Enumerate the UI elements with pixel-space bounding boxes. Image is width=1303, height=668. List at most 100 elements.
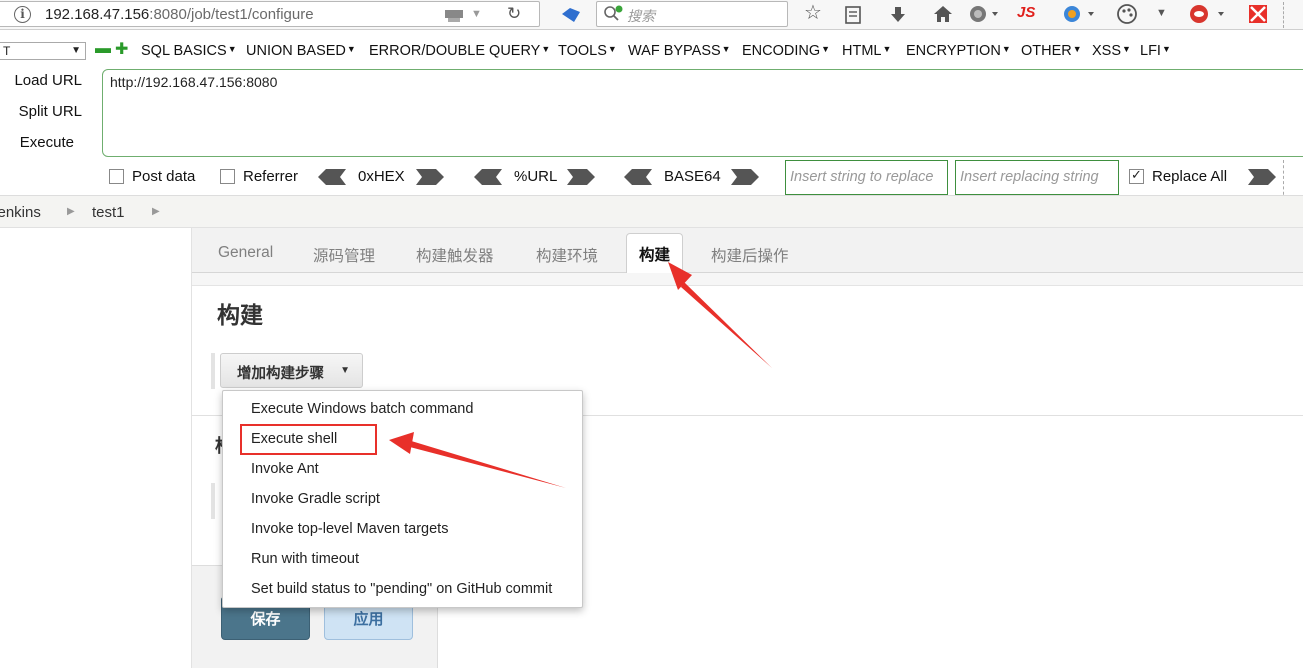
address-text[interactable]: 192.168.47.156:8080/job/test1/configure: [45, 6, 314, 23]
palette-menu-icon[interactable]: ▼: [1156, 3, 1167, 23]
menu-item-invoke-ant[interactable]: Invoke Ant: [251, 461, 319, 477]
referrer-label: Referrer: [243, 168, 299, 185]
breadcrumb-jenkins[interactable]: Jenkins: [0, 204, 41, 221]
js-toggle-icon[interactable]: JS: [1017, 4, 1035, 21]
menu-tools[interactable]: TOOLS▼: [558, 43, 617, 59]
globe-menu-icon[interactable]: [968, 4, 1000, 24]
search-box[interactable]: 搜索: [596, 1, 788, 27]
hackbar-menu: T ▼ ▬ ✚ SQL BASICS▼ UNION BASED▼ ERROR/DO…: [0, 38, 1303, 66]
hackbar-url-textarea[interactable]: http://192.168.47.156:8080: [102, 69, 1303, 157]
section-strip: [192, 273, 1303, 286]
options-separator: [1283, 160, 1284, 200]
url-path: :8080/job/test1/configure: [149, 6, 314, 23]
caret-icon: ▼: [821, 44, 831, 54]
menu-item-run-with-timeout[interactable]: Run with timeout: [251, 551, 359, 567]
reload-icon[interactable]: ↻: [507, 4, 521, 24]
menu-sql-basics[interactable]: SQL BASICS▼: [141, 43, 237, 59]
menu-other[interactable]: OTHER▼: [1021, 43, 1082, 59]
annotation-highlight-box: [240, 424, 377, 455]
caret-icon: ▼: [721, 44, 731, 54]
dropdown-history-icon[interactable]: ▼: [471, 4, 482, 24]
caret-icon: ▼: [227, 44, 237, 54]
palette-icon[interactable]: [1116, 3, 1138, 25]
hackbar-options: Post data Referrer 0xHEX %URL BASE64 Ins…: [0, 160, 1303, 200]
menu-lfi[interactable]: LFI▼: [1140, 43, 1171, 59]
caret-icon: ▼: [607, 44, 617, 54]
menu-union-based[interactable]: UNION BASED▼: [246, 43, 356, 59]
tab-build-environment[interactable]: 构建环境: [536, 244, 598, 266]
caret-icon: ▼: [1122, 44, 1131, 54]
step-drag-handle: [211, 483, 215, 519]
replace-all-checkbox[interactable]: [1129, 167, 1144, 184]
caret-icon: ▼: [541, 44, 551, 54]
site-info-icon[interactable]: i: [14, 6, 31, 23]
execute-button[interactable]: Execute: [0, 134, 74, 151]
caret-icon: ▼: [1161, 44, 1171, 54]
post-data-checkbox[interactable]: [109, 169, 124, 184]
menu-item-invoke-gradle[interactable]: Invoke Gradle script: [251, 491, 380, 507]
menu-encryption[interactable]: ENCRYPTION▼: [906, 43, 1011, 59]
menu-item-github-pending[interactable]: Set build status to "pending" on GitHub …: [251, 581, 552, 597]
search-icon: [604, 5, 623, 21]
replace-arrow-icon[interactable]: [1248, 169, 1276, 185]
annotation-arrow-tab-shaft: [681, 282, 772, 368]
menu-error-double-query[interactable]: ERROR/DOUBLE QUERY▼: [369, 43, 550, 59]
bookmark-star-icon[interactable]: ☆: [804, 3, 822, 23]
replace-string-input[interactable]: Insert replacing string: [955, 160, 1119, 195]
hex-label: 0xHEX: [358, 168, 405, 185]
tab-source-control[interactable]: 源码管理: [313, 244, 375, 266]
home-icon[interactable]: [932, 4, 954, 24]
tab-general[interactable]: General: [218, 244, 273, 262]
minus-icon[interactable]: ▬: [95, 40, 111, 58]
menu-xss[interactable]: XSS▼: [1092, 43, 1131, 59]
caret-icon: ▼: [346, 44, 356, 54]
step-drag-handle: [211, 353, 215, 389]
firebug-icon[interactable]: [1188, 3, 1228, 25]
load-url-button[interactable]: Load URL: [0, 72, 82, 89]
toolbar-separator: [1283, 2, 1284, 28]
add-build-step-label: 增加构建步骤: [237, 366, 324, 382]
url-decode-arrow-icon[interactable]: [474, 169, 502, 185]
replace-all-label: Replace All: [1152, 168, 1228, 185]
menu-waf-bypass[interactable]: WAF BYPASS▼: [628, 43, 731, 59]
tab-post-build[interactable]: 构建后操作: [711, 244, 789, 266]
breadcrumb-test1[interactable]: test1: [92, 204, 125, 221]
hex-encode-arrow-icon[interactable]: [416, 169, 444, 185]
base64-encode-arrow-icon[interactable]: [731, 169, 759, 185]
extension-shield-icon[interactable]: [560, 6, 582, 24]
menu-encoding[interactable]: ENCODING▼: [742, 43, 830, 59]
url-label: %URL: [514, 168, 558, 185]
url-encode-arrow-icon[interactable]: [567, 169, 595, 185]
search-placeholder: 搜索: [627, 8, 655, 24]
page-actions-icon[interactable]: [443, 6, 465, 24]
find-string-input[interactable]: Insert string to replace: [785, 160, 948, 195]
address-bar[interactable]: i 192.168.47.156:8080/job/test1/configur…: [0, 1, 540, 27]
proxy-icon[interactable]: [1062, 4, 1096, 24]
base64-decode-arrow-icon[interactable]: [624, 169, 652, 185]
url-host: 192.168.47.156: [45, 6, 150, 23]
caret-icon: ▼: [1072, 44, 1082, 54]
build-step-dropdown: Execute Windows batch command Execute sh…: [222, 390, 583, 608]
menu-html[interactable]: HTML▼: [842, 43, 891, 59]
section-title: 构建: [217, 302, 263, 328]
post-data-label: Post data: [132, 168, 196, 185]
breadcrumb-chevron-icon[interactable]: ▶: [67, 206, 75, 217]
add-build-step-button[interactable]: 增加构建步骤 ▼: [220, 353, 363, 388]
breadcrumb: Jenkins ▶ test1 ▶: [0, 195, 1303, 228]
breadcrumb-chevron-icon[interactable]: ▶: [152, 206, 160, 217]
caret-icon: ▼: [1001, 44, 1011, 54]
caret-down-icon: ▼: [340, 365, 350, 376]
noscript-icon[interactable]: [1247, 3, 1269, 25]
caret-icon: ▼: [882, 44, 892, 54]
reading-list-icon[interactable]: [843, 5, 863, 25]
tab-build-triggers[interactable]: 构建触发器: [416, 244, 494, 266]
download-icon[interactable]: [888, 5, 908, 25]
split-url-button[interactable]: Split URL: [0, 103, 82, 120]
tab-build[interactable]: 构建: [626, 233, 684, 274]
referrer-checkbox[interactable]: [220, 169, 235, 184]
menu-item-invoke-maven[interactable]: Invoke top-level Maven targets: [251, 521, 448, 537]
hackbar-select[interactable]: T ▼: [0, 42, 86, 60]
hex-decode-arrow-icon[interactable]: [318, 169, 346, 185]
plus-icon[interactable]: ✚: [115, 39, 128, 59]
menu-item-windows-batch[interactable]: Execute Windows batch command: [251, 401, 473, 417]
